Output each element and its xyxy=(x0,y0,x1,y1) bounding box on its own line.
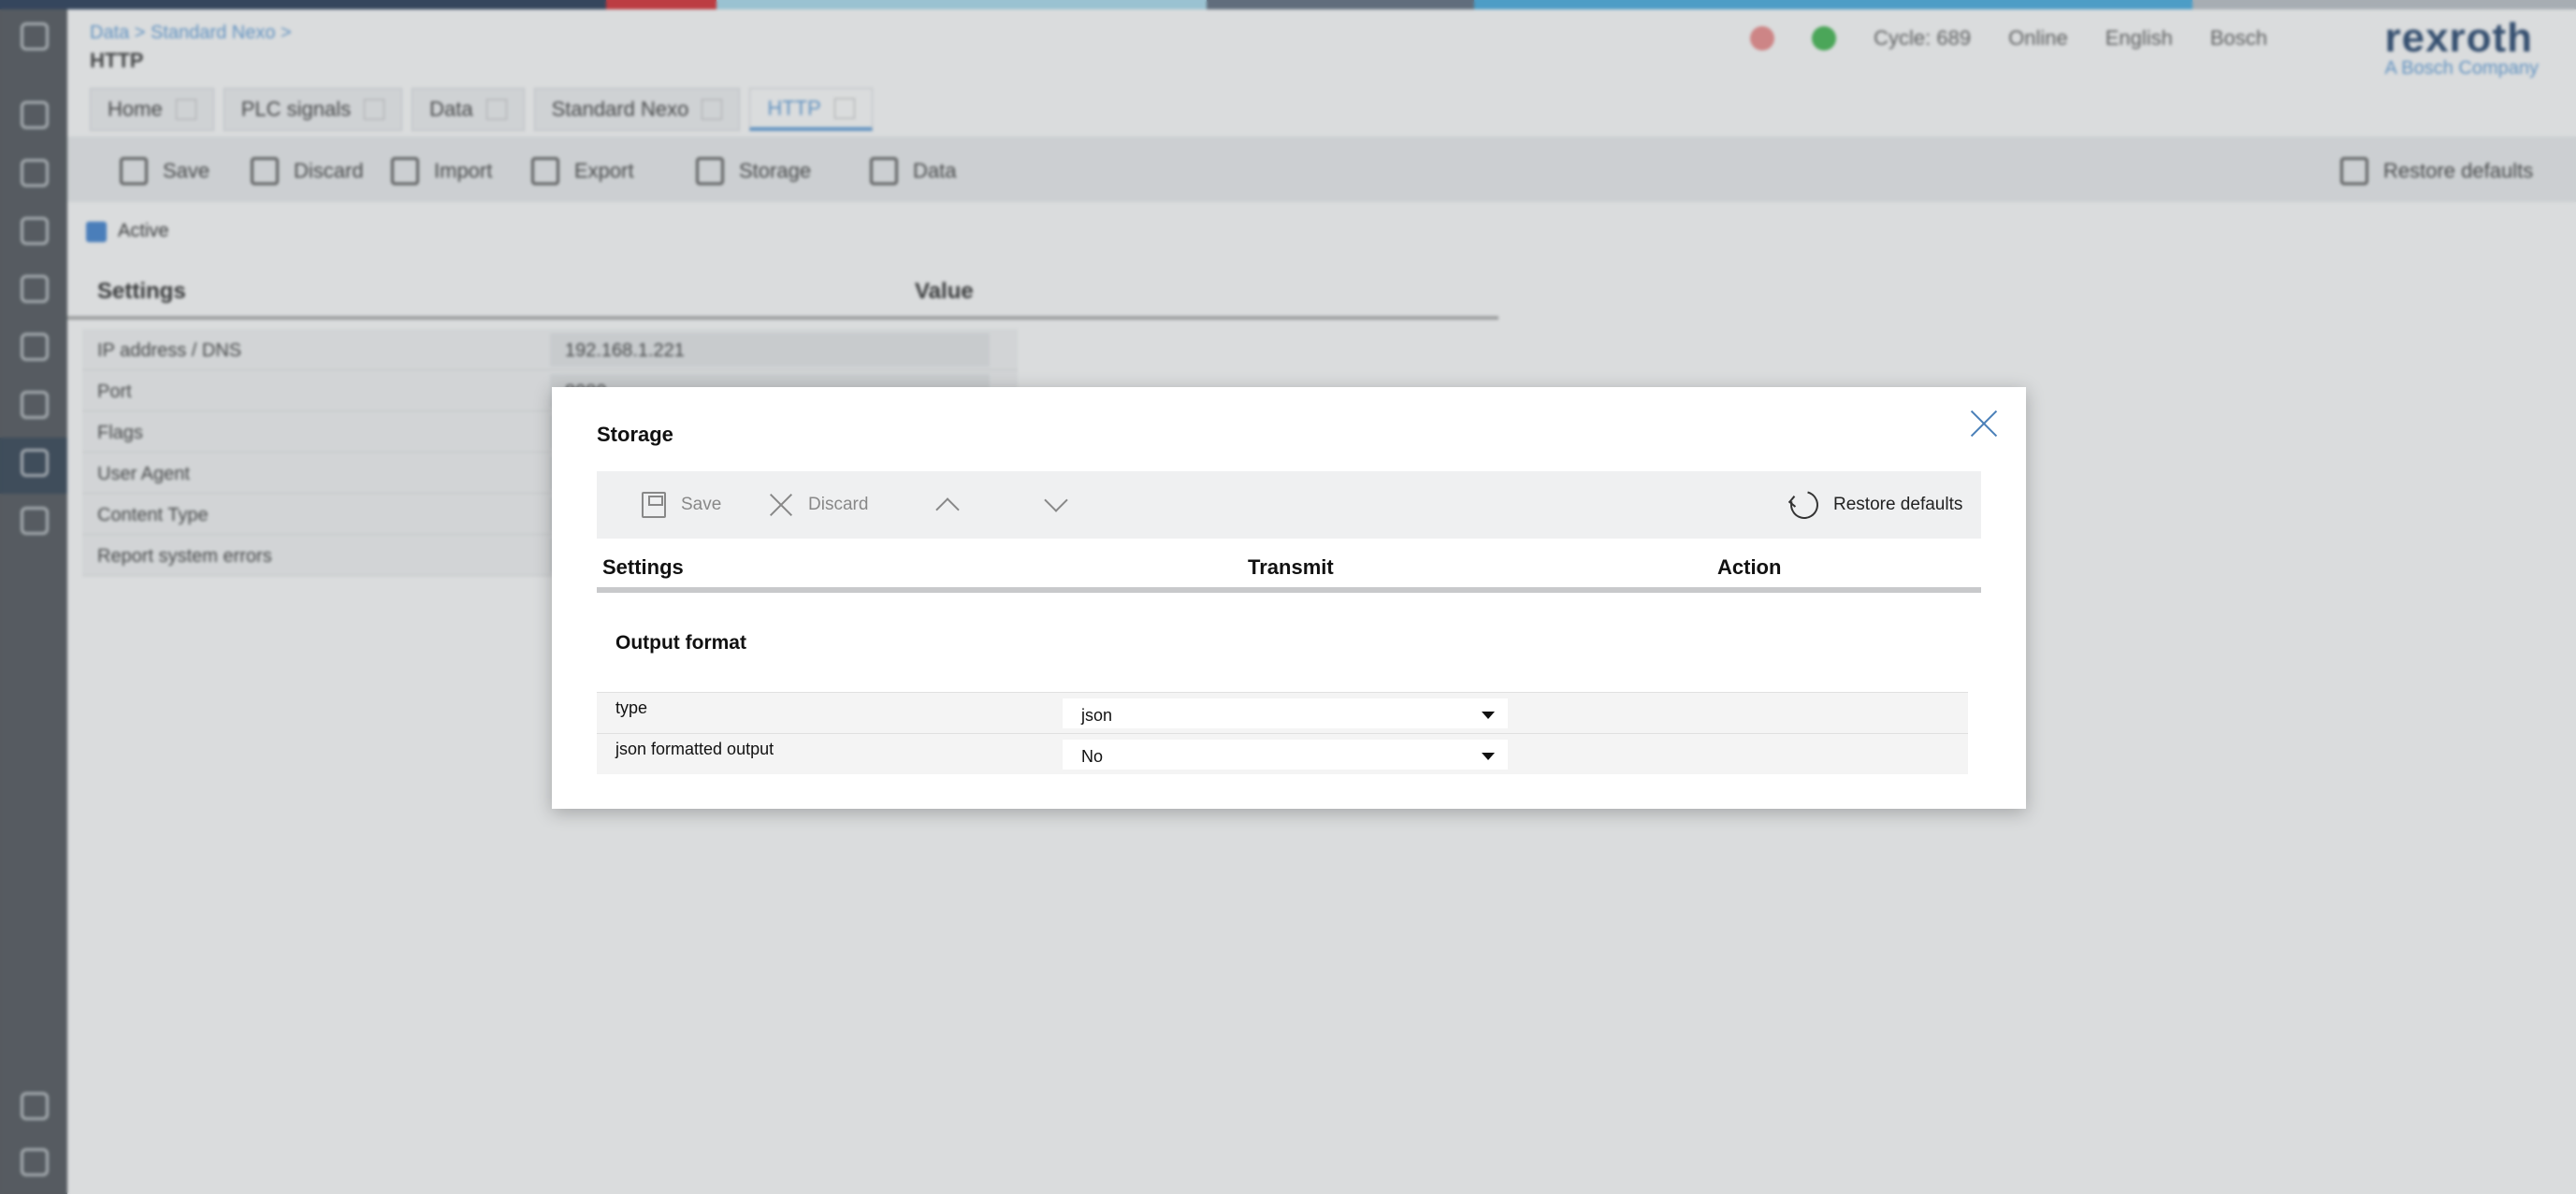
row-label: json formatted output xyxy=(615,740,774,758)
dialog-table-header: Settings Transmit Action xyxy=(597,554,1981,593)
table-row: json formatted output No xyxy=(597,733,1968,774)
dialog-table-body: Output format type json json formatted o… xyxy=(597,598,1981,785)
save-icon xyxy=(642,492,666,518)
dialog-save-label: Save xyxy=(681,495,722,514)
storage-dialog: Storage Save Discard Restore defaults Se… xyxy=(552,387,2026,809)
dialog-discard-button[interactable]: Discard xyxy=(769,471,868,539)
json-formatted-output-select[interactable]: No xyxy=(1063,740,1508,770)
table-row: type json xyxy=(597,692,1968,733)
dialog-toolbar: Save Discard Restore defaults xyxy=(597,471,1981,539)
discard-icon xyxy=(769,493,793,517)
group-title: Output format xyxy=(615,632,746,654)
dialog-discard-label: Discard xyxy=(808,495,869,514)
column-transmit: Transmit xyxy=(1248,555,1334,579)
move-up-button[interactable] xyxy=(935,471,960,539)
dialog-restore-label: Restore defaults xyxy=(1833,495,1963,514)
chevron-down-icon xyxy=(1044,488,1068,512)
type-select[interactable]: json xyxy=(1063,698,1508,728)
move-down-button[interactable] xyxy=(1044,471,1068,539)
column-settings: Settings xyxy=(602,555,684,579)
dialog-title: Storage xyxy=(597,423,673,446)
column-action: Action xyxy=(1717,555,1782,579)
dialog-restore-defaults-button[interactable]: Restore defaults xyxy=(1785,471,1963,539)
close-icon[interactable] xyxy=(1968,408,2000,439)
row-label: type xyxy=(615,698,648,717)
restore-icon xyxy=(1785,485,1824,525)
chevron-up-icon xyxy=(935,497,960,522)
dialog-save-button[interactable]: Save xyxy=(642,471,721,539)
